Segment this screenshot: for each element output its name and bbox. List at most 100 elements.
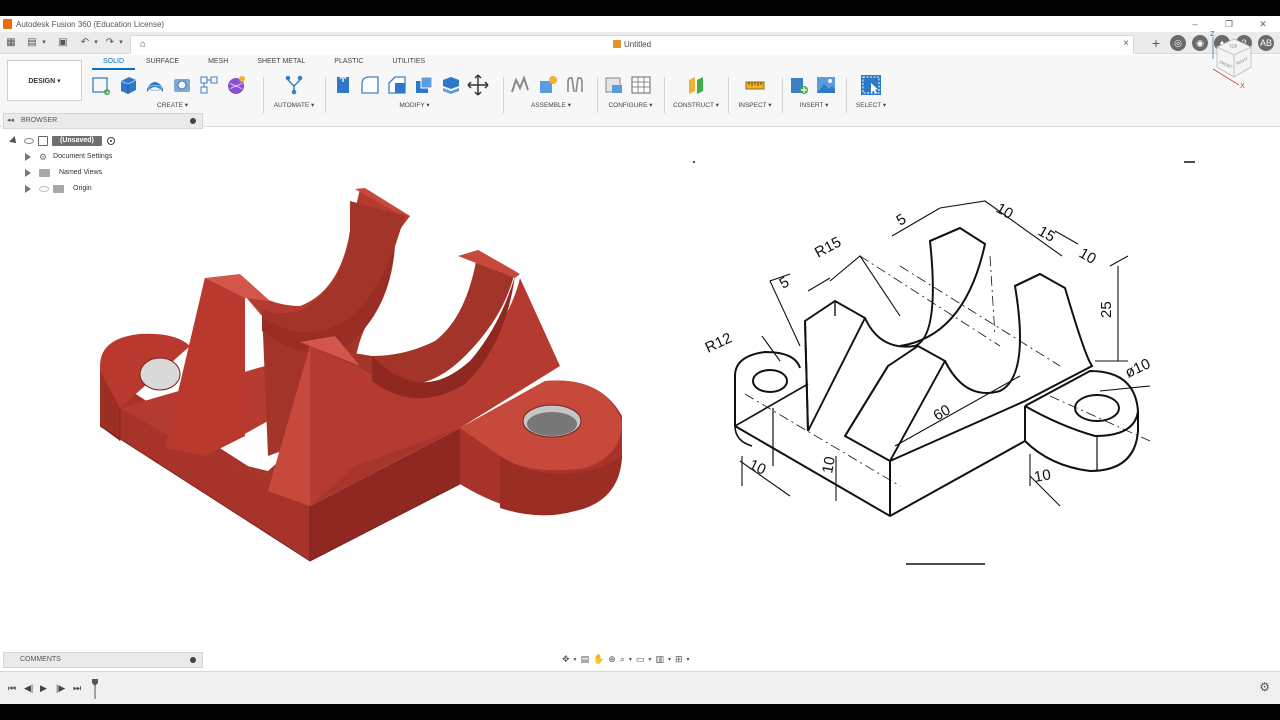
combine-icon[interactable] <box>440 74 462 96</box>
assemble-menu[interactable]: ASSEMBLE ▾ <box>510 101 592 109</box>
modify-group: MODIFY ▾ <box>332 70 497 122</box>
job-status-icon[interactable]: ◉ <box>1192 35 1208 51</box>
collapse-panel-icon[interactable]: ◂◂ <box>7 114 14 128</box>
timeline-bar: ⏮ ◀| ▶ |▶ ⏭ ⚙ <box>0 671 1280 704</box>
step-back-icon[interactable]: ◀| <box>24 683 33 694</box>
red-3d-model[interactable] <box>99 188 622 562</box>
construct-menu[interactable]: CONSTRUCT ▾ <box>670 101 722 109</box>
viewports-icon[interactable]: ⊞ <box>675 654 683 665</box>
construct-group: CONSTRUCT ▾ <box>670 70 722 122</box>
timeline-marker[interactable] <box>92 679 98 699</box>
look-at-icon[interactable]: ▤ <box>581 654 590 665</box>
go-to-start-icon[interactable]: ⏮ <box>8 683 16 694</box>
comments-panel[interactable]: COMMENTS <box>3 652 203 668</box>
app-grid-icon[interactable]: ▦ <box>5 37 17 49</box>
workspace-switcher[interactable]: DESIGN ▾ <box>7 60 82 101</box>
configure-icon[interactable] <box>603 74 625 96</box>
pattern-icon[interactable] <box>198 74 220 96</box>
grid-dropdown-icon[interactable]: ▾ <box>668 656 671 663</box>
user-avatar[interactable]: AB <box>1258 35 1274 51</box>
create-form-icon[interactable] <box>225 74 247 96</box>
insert-canvas-icon[interactable] <box>815 74 837 96</box>
configure-menu[interactable]: CONFIGURE ▾ <box>603 101 658 109</box>
tab-plastic[interactable]: PLASTIC <box>316 56 381 70</box>
document-tab[interactable]: ⌂ Untitled × <box>130 35 1134 54</box>
file-dropdown-icon[interactable]: ▾ <box>38 37 50 49</box>
play-icon[interactable]: ▶ <box>40 683 47 694</box>
timeline-settings-gear-icon[interactable]: ⚙ <box>1259 680 1270 694</box>
dim-60: 60 <box>931 401 954 424</box>
insert-derive-icon[interactable] <box>788 74 810 96</box>
automate-menu[interactable]: AUTOMATE ▾ <box>270 101 318 109</box>
fillet-icon[interactable] <box>359 74 381 96</box>
insert-menu[interactable]: INSERT ▾ <box>788 101 840 109</box>
tab-surface[interactable]: SURFACE <box>135 56 190 70</box>
tab-mesh[interactable]: MESH <box>190 56 246 70</box>
display-settings-icon[interactable]: ▭ <box>636 654 645 665</box>
file-menu-icon[interactable]: ▤ <box>26 37 38 49</box>
inspect-group: INSPECT ▾ <box>734 70 776 122</box>
reference-drawing-canvas <box>693 161 1195 565</box>
panel-pin-icon[interactable] <box>190 657 196 663</box>
extrude-icon[interactable] <box>117 74 139 96</box>
quick-access-toolbar: ▦ ▤ ▾ ▣ ↶ ▾ ↷ ▾ ⌂ Untitled × + ◎ ◉ ♦ ? A… <box>0 32 1280 54</box>
assemble-group: ASSEMBLE ▾ <box>510 70 592 122</box>
offset-plane-icon[interactable] <box>685 74 707 96</box>
orbit-dropdown-icon[interactable]: ▾ <box>574 656 577 663</box>
undo-dropdown-icon[interactable]: ▾ <box>90 37 102 49</box>
design-canvas[interactable]: R15 R12 ø10 5 5 10 15 10 25 60 10 10 10 <box>0 128 1280 668</box>
dim-diameter-10: ø10 <box>1123 355 1154 381</box>
step-forward-icon[interactable]: |▶ <box>56 683 65 694</box>
measure-icon[interactable] <box>744 74 766 96</box>
select-menu[interactable]: SELECT ▾ <box>852 101 890 109</box>
zoom-icon[interactable]: ⊕ <box>608 654 616 665</box>
display-dropdown-icon[interactable]: ▾ <box>648 656 651 663</box>
configuration-table-icon[interactable] <box>630 74 652 96</box>
automate-group: AUTOMATE ▾ <box>270 70 318 122</box>
configure-group: CONFIGURE ▾ <box>603 70 658 122</box>
dim-10-base: 10 <box>746 456 768 478</box>
panel-pin-icon[interactable] <box>190 118 196 124</box>
orbit-icon[interactable]: ✥ <box>562 654 570 665</box>
pan-icon[interactable]: ✋ <box>593 654 604 665</box>
go-to-end-icon[interactable]: ⏭ <box>73 683 81 694</box>
inspect-menu[interactable]: INSPECT ▾ <box>734 101 776 109</box>
press-pull-icon[interactable] <box>332 74 354 96</box>
dim-5-top: 5 <box>894 211 910 230</box>
modify-menu[interactable]: MODIFY ▾ <box>332 101 497 109</box>
tab-sheet-metal[interactable]: SHEET METAL <box>246 56 316 70</box>
chamfer-icon[interactable] <box>386 74 408 96</box>
tab-utilities[interactable]: UTILITIES <box>381 56 436 70</box>
dim-r12: R12 <box>703 330 735 357</box>
zoom-dropdown-icon[interactable]: ▾ <box>629 656 632 663</box>
revolve-icon[interactable] <box>144 74 166 96</box>
dim-10-height: 10 <box>819 455 839 474</box>
tab-solid[interactable]: SOLID <box>92 56 136 70</box>
fit-icon[interactable]: ⌕ <box>620 654 625 665</box>
create-sketch-icon[interactable]: + <box>90 74 112 96</box>
extensions-icon[interactable]: ◎ <box>1170 35 1186 51</box>
browser-panel-header[interactable]: ◂◂ BROWSER <box>3 113 203 129</box>
close-tab-icon[interactable]: × <box>1123 38 1129 49</box>
joint-icon[interactable] <box>537 74 559 96</box>
window-title: Autodesk Fusion 360 (Education License) <box>16 19 165 29</box>
design-cube-icon <box>612 40 621 48</box>
select-icon[interactable] <box>860 74 882 96</box>
dim-r15: R15 <box>812 234 844 262</box>
shell-icon[interactable] <box>413 74 435 96</box>
grid-settings-icon[interactable]: ▥ <box>655 654 664 665</box>
fusion-logo-icon <box>3 19 12 29</box>
dim-25: 25 <box>1098 301 1115 318</box>
view-cube[interactable]: Z X TOP FRONT RIGHT <box>1207 29 1257 89</box>
hole-icon[interactable] <box>171 74 193 96</box>
new-tab-icon[interactable]: + <box>1148 35 1164 51</box>
viewports-dropdown-icon[interactable]: ▾ <box>687 656 690 663</box>
move-copy-icon[interactable] <box>467 74 489 96</box>
save-icon[interactable]: ▣ <box>57 37 69 49</box>
redo-dropdown-icon[interactable]: ▾ <box>115 37 127 49</box>
new-component-icon[interactable] <box>510 74 532 96</box>
automate-icon[interactable] <box>283 74 305 96</box>
create-menu[interactable]: CREATE ▾ <box>90 101 255 109</box>
comments-title: COMMENTS <box>20 656 61 663</box>
as-built-joint-icon[interactable] <box>564 74 586 96</box>
